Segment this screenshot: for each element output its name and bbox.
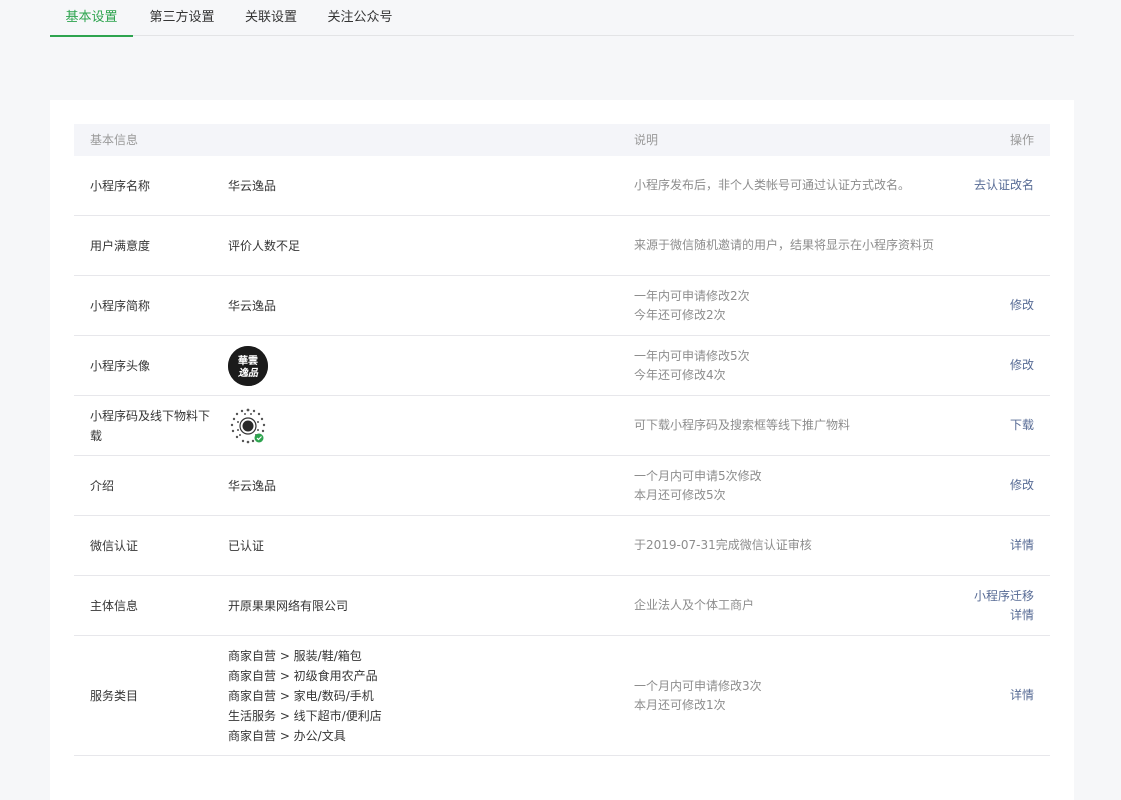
header-operation: 操作 — [1009, 133, 1034, 147]
modify-introduction-link[interactable]: 修改 — [1010, 476, 1034, 495]
svg-text:逸品: 逸品 — [238, 367, 259, 379]
row-description-line: 本月还可修改5次 — [634, 487, 726, 502]
table-row-wechat-verification: 微信认证 已认证 于2019-07-31完成微信认证审核 详情 — [74, 516, 1050, 576]
table-row-avatar: 小程序头像 華雲 逸品 一年内可申请修改5次 今年还可修改4次 修改 — [74, 336, 1050, 396]
row-description-line: 今年还可修改4次 — [634, 367, 726, 382]
row-value: 华云逸品 — [228, 298, 277, 313]
modify-short-name-link[interactable]: 修改 — [1010, 296, 1034, 315]
migrate-mini-program-link[interactable]: 小程序迁移 — [974, 587, 1034, 606]
category-item: 商家自营 > 办公/文具 — [228, 728, 346, 743]
mini-program-code-icon — [230, 408, 266, 443]
mini-program-code-image — [228, 406, 268, 446]
tab-bar: 基本设置 第三方设置 关联设置 关注公众号 — [50, 0, 1074, 37]
category-item: 商家自营 > 初级食用农产品 — [228, 668, 378, 683]
row-description-line: 一个月内可申请修改3次 — [634, 678, 762, 693]
tab-association-settings[interactable]: 关联设置 — [231, 0, 311, 36]
download-link[interactable]: 下载 — [1010, 416, 1034, 435]
row-description: 来源于微信随机邀请的用户，结果将显示在小程序资料页 — [634, 238, 935, 252]
verification-details-link[interactable]: 详情 — [1010, 536, 1034, 555]
tab-follow-official-account[interactable]: 关注公众号 — [311, 0, 409, 36]
modify-avatar-link[interactable]: 修改 — [1010, 356, 1034, 375]
svg-text:華雲: 華雲 — [238, 354, 258, 367]
entity-details-link[interactable]: 详情 — [1010, 606, 1034, 625]
header-basic-info: 基本信息 — [90, 133, 139, 147]
table-row-satisfaction: 用户满意度 评价人数不足 来源于微信随机邀请的用户，结果将显示在小程序资料页 — [74, 216, 1050, 276]
row-label: 主体信息 — [90, 598, 139, 613]
row-description-line: 本月还可修改1次 — [634, 697, 726, 712]
row-description-line: 一年内可申请修改5次 — [634, 348, 750, 363]
row-label: 小程序码及线下物料下载 — [90, 408, 211, 443]
verify-rename-link[interactable]: 去认证改名 — [974, 176, 1034, 195]
table-row-short-name: 小程序简称 华云逸品 一年内可申请修改2次 今年还可修改2次 修改 — [74, 276, 1050, 336]
row-value: 已认证 — [228, 538, 265, 553]
mini-program-avatar: 華雲 逸品 — [228, 345, 268, 386]
table-row-name: 小程序名称 华云逸品 小程序发布后，非个人类帐号可通过认证方式改名。 去认证改名 — [74, 156, 1050, 216]
table-row-introduction: 介绍 华云逸品 一个月内可申请5次修改 本月还可修改5次 修改 — [74, 456, 1050, 516]
header-description: 说明 — [634, 133, 659, 147]
category-item: 商家自营 > 服装/鞋/箱包 — [228, 648, 362, 663]
row-label: 介绍 — [90, 478, 115, 493]
row-value: 华云逸品 — [228, 178, 277, 193]
row-label: 小程序头像 — [90, 358, 151, 373]
row-value: 华云逸品 — [228, 478, 277, 493]
row-value: 评价人数不足 — [228, 238, 301, 253]
row-label: 服务类目 — [90, 688, 139, 703]
row-description-line: 今年还可修改2次 — [634, 307, 726, 322]
settings-panel: 基本信息 说明 操作 小程序名称 华云逸品 小程序发布后，非个人类帐号可通过认证… — [50, 100, 1074, 800]
tab-basic-settings[interactable]: 基本设置 — [50, 0, 133, 37]
row-label: 微信认证 — [90, 538, 139, 553]
category-item: 生活服务 > 线下超市/便利店 — [228, 708, 382, 723]
row-label: 小程序名称 — [90, 178, 151, 193]
table-row-entity-info: 主体信息 开原果果网络有限公司 企业法人及个体工商户 小程序迁移 详情 — [74, 576, 1050, 636]
row-label: 用户满意度 — [90, 238, 151, 253]
row-value: 开原果果网络有限公司 — [228, 598, 349, 613]
row-description-line: 一个月内可申请5次修改 — [634, 468, 762, 483]
table-row-qrcode: 小程序码及线下物料下载 可下载小程序码及搜索框等线下推广物料 下载 — [74, 396, 1050, 456]
table-row-service-categories: 服务类目 商家自营 > 服装/鞋/箱包 商家自营 > 初级食用农产品 商家自营 … — [74, 636, 1050, 756]
avatar-logo-icon: 華雲 逸品 — [228, 345, 268, 386]
row-label: 小程序简称 — [90, 298, 151, 313]
table-header: 基本信息 说明 操作 — [74, 124, 1050, 156]
category-item: 商家自营 > 家电/数码/手机 — [228, 688, 374, 703]
row-description-line: 一年内可申请修改2次 — [634, 288, 750, 303]
tab-third-party-settings[interactable]: 第三方设置 — [133, 0, 231, 36]
category-details-link[interactable]: 详情 — [1010, 686, 1034, 705]
